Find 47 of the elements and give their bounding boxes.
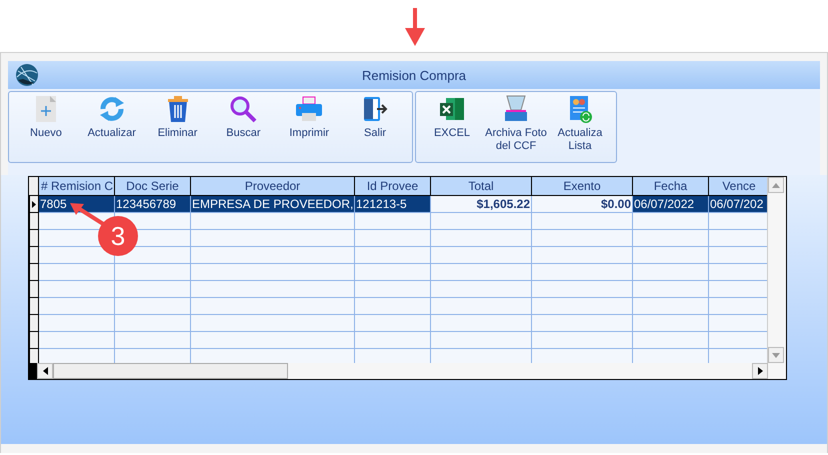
row-header[interactable] [29,264,39,281]
toolbar-button[interactable]: Actualiza Lista [548,94,612,162]
horizontal-scrollbar[interactable] [29,363,786,379]
column-header[interactable]: Fecha [633,177,709,196]
table-cell: $0.00 [532,196,633,213]
column-header[interactable]: Doc Serie [115,177,191,196]
column-header[interactable]: Total [431,177,532,196]
row-header[interactable] [29,247,39,264]
printer-icon [294,94,324,124]
table-cell: 06/07/202 [709,196,767,213]
scroll-right-button[interactable] [752,363,768,379]
table-cell: EMPRESA DE PROVEEDOR, [191,196,355,213]
column-header[interactable]: Vence [709,177,767,196]
caret-down-icon [772,352,780,358]
table-cell: 123456789 [115,196,191,213]
arrow-annotation [405,8,425,46]
caret-right-icon [758,367,762,375]
column-header[interactable]: Proveedor [191,177,355,196]
toolbar-button[interactable]: Nuevo [13,94,79,162]
search-icon [228,94,258,124]
globe-icon [15,63,39,87]
scroll-left-button[interactable] [37,363,53,379]
toolbar-button[interactable]: Archiva Foto del CCF [484,94,548,162]
table-cell: 121213-5 [355,196,431,213]
row-header[interactable] [29,196,39,213]
caret-up-icon [772,182,780,188]
column-header[interactable]: Id Provee [355,177,431,196]
toolbar-button[interactable]: Actualizar [78,94,145,162]
table-cell: 06/07/2022 [633,196,709,213]
toolbar-button[interactable]: Buscar [210,94,276,162]
table-cell: $1,605.22 [431,196,532,213]
column-header[interactable]: # Remision C [39,177,115,196]
row-header[interactable] [29,315,39,332]
row-header[interactable] [29,349,39,363]
caret-left-icon [42,367,48,375]
toolbar-button[interactable]: Eliminar [144,94,210,162]
row-header[interactable] [29,230,39,247]
toolbar-button[interactable]: EXCEL [420,94,484,162]
row-header[interactable] [29,298,39,315]
toolbar-button[interactable]: Salir [342,94,408,162]
toolbar-button[interactable]: Imprimir [276,94,342,162]
window-title: Remision Compra [362,68,466,82]
row-header[interactable] [29,281,39,298]
row-header[interactable] [29,332,39,349]
column-header[interactable]: Exento [532,177,633,196]
row-header[interactable] [29,213,39,230]
scroll-thumb[interactable] [53,363,288,379]
